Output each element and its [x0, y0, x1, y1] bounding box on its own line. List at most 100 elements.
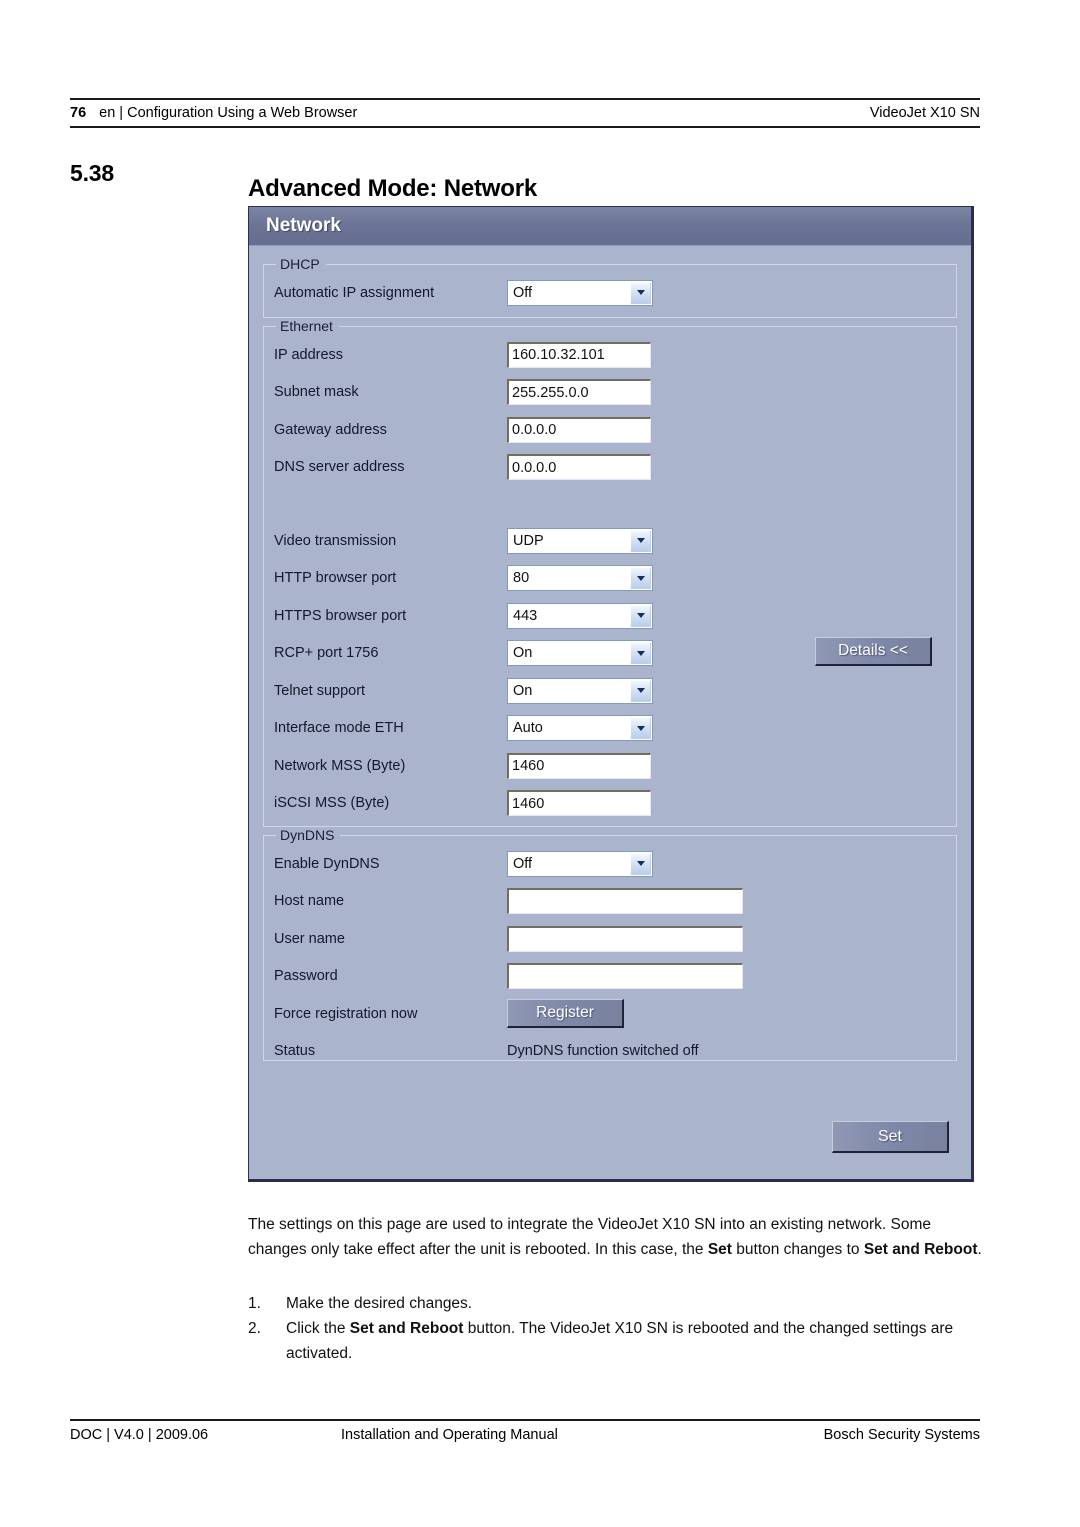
label-iscsi-mss: iSCSI MSS (Byte)	[274, 795, 390, 812]
label-video-transmission: Video transmission	[274, 532, 397, 549]
panel-body: DHCP Automatic IP assignment Off Etherne…	[249, 246, 971, 1061]
status-value: DynDNS function switched off	[507, 1043, 699, 1060]
label-ip-address: IP address	[274, 346, 344, 363]
row-subnet-mask: Subnet mask	[274, 374, 946, 412]
input-host-name[interactable]	[507, 888, 743, 915]
paragraph-text-2: button changes to	[731, 1241, 864, 1258]
list-item: 2. Click the Set and Reboot button. The …	[248, 1316, 982, 1366]
header-product-name: VideoJet X10 SN	[869, 105, 980, 121]
footer-company: Bosch Security Systems	[823, 1427, 980, 1443]
label-dns-server-address: DNS server address	[274, 459, 405, 476]
row-host-name: Host name	[274, 883, 946, 921]
list-item: 1. Make the desired changes.	[248, 1291, 982, 1316]
input-ip-address[interactable]	[507, 341, 651, 368]
row-telnet-support: Telnet support On	[274, 672, 946, 710]
chevron-down-icon[interactable]	[630, 679, 651, 702]
row-automatic-ip-assignment: Automatic IP assignment Off	[274, 274, 946, 312]
select-video-transmission[interactable]: UDP	[507, 527, 653, 554]
paragraph-text-3: .	[977, 1241, 982, 1258]
list-item-bold: Set and Reboot	[349, 1320, 464, 1337]
select-http-browser-port-value: 80	[513, 570, 530, 587]
row-ip-address: IP address	[274, 336, 946, 374]
label-https-browser-port: HTTPS browser port	[274, 607, 407, 624]
description-paragraph: The settings on this page are used to in…	[248, 1212, 982, 1262]
row-video-transmission: Video transmission UDP	[274, 522, 946, 560]
label-http-browser-port: HTTP browser port	[274, 570, 397, 587]
row-gateway-address: Gateway address	[274, 411, 946, 449]
select-video-transmission-value: UDP	[513, 532, 544, 549]
chevron-down-icon[interactable]	[630, 642, 651, 665]
chevron-down-icon[interactable]	[630, 529, 651, 552]
list-item-number: 2.	[248, 1320, 261, 1337]
row-http-browser-port: HTTP browser port 80	[274, 560, 946, 598]
list-item-text: Click the Set and Reboot button. The Vid…	[286, 1316, 982, 1366]
select-https-browser-port-value: 443	[513, 607, 538, 624]
label-host-name: Host name	[274, 893, 345, 910]
input-user-name[interactable]	[507, 925, 743, 952]
select-telnet-support[interactable]: On	[507, 677, 653, 704]
row-enable-dyndns: Enable DynDNS Off	[274, 845, 946, 883]
select-http-browser-port[interactable]: 80	[507, 565, 653, 592]
select-telnet-support-value: On	[513, 682, 533, 699]
chevron-down-icon[interactable]	[630, 717, 651, 740]
input-iscsi-mss[interactable]	[507, 790, 651, 817]
group-dyndns: DynDNS Enable DynDNS Off Host name User …	[263, 827, 957, 1061]
select-automatic-ip-assignment[interactable]: Off	[507, 279, 653, 306]
label-enable-dyndns: Enable DynDNS	[274, 855, 380, 872]
label-interface-mode-eth: Interface mode ETH	[274, 720, 404, 737]
page-title: Advanced Mode: Network	[248, 175, 537, 203]
label-telnet-support: Telnet support	[274, 682, 366, 699]
select-https-browser-port[interactable]: 443	[507, 602, 653, 629]
paragraph-bold-set: Set	[707, 1241, 732, 1258]
page-footer: DOC | V4.0 | 2009.06 Installation and Op…	[70, 1419, 980, 1443]
label-automatic-ip-assignment: Automatic IP assignment	[274, 284, 435, 301]
select-rcp-port-1756-value: On	[513, 645, 533, 662]
label-force-registration-now: Force registration now	[274, 1005, 418, 1022]
label-password: Password	[274, 968, 338, 985]
list-item-text-pre: Click the	[286, 1320, 350, 1337]
group-dyndns-legend: DynDNS	[280, 827, 335, 843]
page-number: 76	[70, 105, 87, 121]
label-user-name: User name	[274, 930, 345, 947]
select-rcp-port-1756[interactable]: On	[507, 640, 653, 667]
chevron-down-icon[interactable]	[630, 567, 651, 590]
row-dns-server-address: DNS server address	[274, 449, 946, 487]
label-status: Status	[274, 1043, 316, 1060]
section-number: 5.38	[70, 160, 114, 186]
label-network-mss: Network MSS (Byte)	[274, 757, 406, 774]
select-enable-dyndns[interactable]: Off	[507, 850, 653, 877]
list-item-text: Make the desired changes.	[286, 1295, 473, 1312]
panel-titlebar: Network	[249, 207, 971, 246]
network-settings-panel: Network DHCP Automatic IP assignment Off…	[248, 206, 974, 1182]
group-ethernet: Ethernet IP address Subnet mask Gateway …	[263, 318, 957, 827]
panel-title: Network	[266, 215, 341, 236]
row-password: Password	[274, 958, 946, 996]
row-force-registration: Force registration now Register	[274, 995, 946, 1033]
chevron-down-icon[interactable]	[630, 281, 651, 304]
paragraph-bold-set-and-reboot: Set and Reboot	[863, 1241, 978, 1258]
select-enable-dyndns-value: Off	[513, 855, 533, 872]
chevron-down-icon[interactable]	[630, 852, 651, 875]
input-password[interactable]	[507, 963, 743, 990]
instruction-list: 1. Make the desired changes. 2. Click th…	[248, 1291, 982, 1366]
input-subnet-mask[interactable]	[507, 379, 651, 406]
select-interface-mode-eth[interactable]: Auto	[507, 715, 653, 742]
chevron-down-icon[interactable]	[630, 604, 651, 627]
row-network-mss: Network MSS (Byte)	[274, 747, 946, 785]
row-https-browser-port: HTTPS browser port 443	[274, 597, 946, 635]
label-gateway-address: Gateway address	[274, 421, 387, 438]
group-ethernet-legend: Ethernet	[280, 318, 333, 334]
group-dhcp: DHCP Automatic IP assignment Off	[263, 256, 957, 318]
input-network-mss[interactable]	[507, 752, 651, 779]
input-dns-server-address[interactable]	[507, 454, 651, 481]
details-button[interactable]: Details <<	[815, 637, 932, 666]
group-dhcp-legend: DHCP	[280, 256, 320, 272]
row-status: Status DynDNS function switched off	[274, 1033, 946, 1071]
register-button[interactable]: Register	[507, 999, 624, 1029]
header-breadcrumb: en | Configuration Using a Web Browser	[99, 105, 358, 121]
input-gateway-address[interactable]	[507, 416, 651, 443]
row-interface-mode-eth: Interface mode ETH Auto	[274, 710, 946, 748]
set-button[interactable]: Set	[832, 1121, 949, 1153]
